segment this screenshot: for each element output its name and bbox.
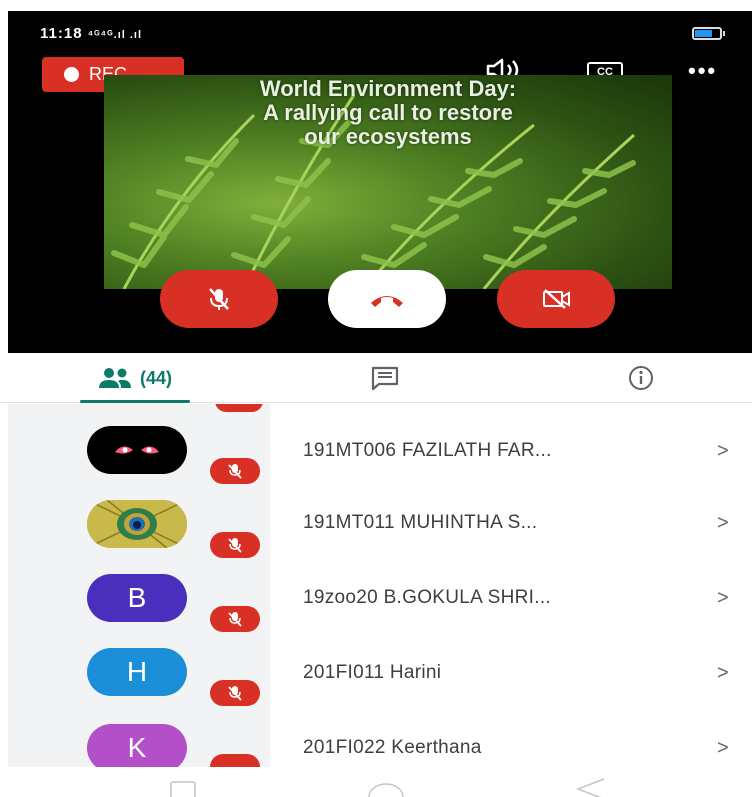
mic-off-icon [228, 612, 242, 627]
red-eyes-avatar-image [115, 446, 159, 454]
end-call-button[interactable] [328, 270, 446, 328]
home-icon[interactable] [367, 781, 405, 797]
peacock-feather-avatar-image [87, 500, 187, 548]
chevron-right-icon[interactable]: > [717, 662, 729, 685]
participant-row[interactable]: H 201FI011 Harini > [0, 636, 752, 710]
info-icon [629, 366, 653, 390]
mic-off-badge [210, 754, 260, 767]
participant-row[interactable]: K 201FI022 Keerthana > [0, 710, 752, 767]
participant-row[interactable]: B 19zoo20 B.GOKULA SHRI... > [0, 562, 752, 636]
active-tab-indicator [80, 400, 190, 403]
mic-off-badge [210, 680, 260, 706]
chevron-right-icon[interactable]: > [717, 440, 729, 463]
camera-off-icon [543, 289, 570, 309]
avatar [87, 426, 187, 474]
avatar: B [87, 574, 187, 622]
participant-name: 191MT006 FAZILATH FAR... [303, 440, 552, 461]
back-icon[interactable] [576, 777, 606, 797]
participant-name: 191MT011 MUHINTHA S... [303, 512, 538, 533]
participant-name: 19zoo20 B.GOKULA SHRI... [303, 587, 551, 608]
presentation-slide: World Environment Day: A rallying call t… [104, 75, 672, 289]
record-dot-icon [64, 67, 79, 82]
tab-chat[interactable] [350, 353, 420, 403]
tab-info[interactable] [606, 353, 676, 403]
mic-off-icon [209, 288, 229, 310]
people-icon [98, 368, 131, 388]
chevron-right-icon[interactable]: > [717, 587, 729, 610]
recents-icon[interactable] [170, 781, 196, 797]
chat-icon [371, 366, 399, 391]
mic-off-icon [228, 464, 242, 479]
status-time: 11:18 ⁴ᴳ⁴ᴳ.ıl .ıl [40, 25, 143, 42]
mic-off-icon [228, 686, 242, 701]
mic-off-badge [210, 458, 260, 484]
mic-off-badge-partial [215, 404, 263, 412]
chevron-right-icon[interactable]: > [717, 512, 729, 535]
system-nav-bar [0, 767, 752, 797]
avatar: H [87, 648, 187, 696]
chevron-right-icon[interactable]: > [717, 737, 729, 760]
hang-up-icon [371, 296, 403, 307]
mic-off-icon [228, 538, 242, 553]
participant-row[interactable]: 191MT011 MUHINTHA S... > [0, 488, 752, 562]
people-count: (44) [139, 367, 172, 388]
avatar [87, 500, 187, 548]
call-tabs: (44) [0, 353, 752, 403]
status-bar: 11:18 ⁴ᴳ⁴ᴳ.ıl .ıl [8, 11, 752, 51]
tab-people[interactable]: (44) [80, 353, 190, 403]
avatar: K [87, 724, 187, 767]
more-options-button[interactable]: ••• [688, 58, 717, 84]
mic-off-badge [210, 606, 260, 632]
slide-title: World Environment Day: A rallying call t… [259, 76, 517, 149]
participant-name: 201FI011 Harini [303, 662, 442, 683]
battery-icon [692, 27, 722, 40]
battery-tip [723, 31, 725, 36]
mute-mic-button[interactable] [160, 270, 278, 328]
participant-row[interactable]: 191MT006 FAZILATH FAR... > [0, 414, 752, 488]
participant-name: 201FI022 Keerthana [303, 737, 482, 758]
camera-off-button[interactable] [497, 270, 615, 328]
mic-off-badge [210, 532, 260, 558]
